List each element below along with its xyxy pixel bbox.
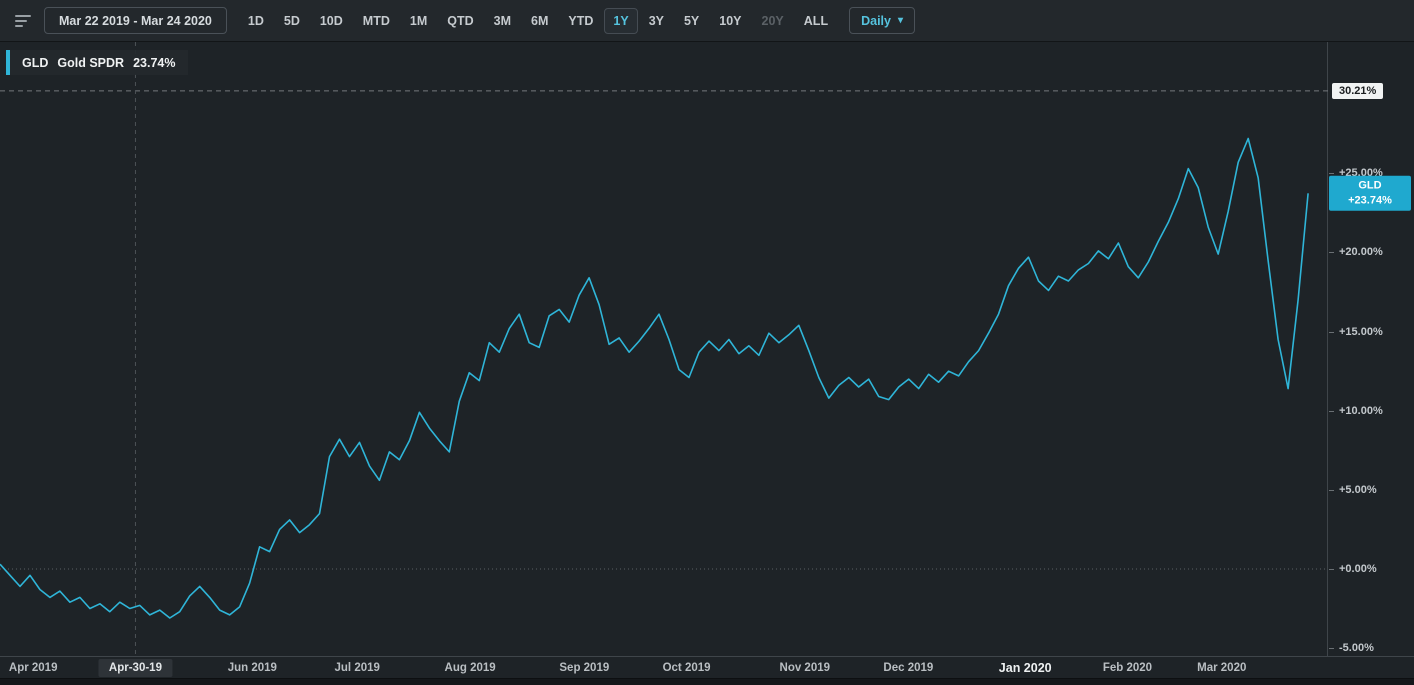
y-axis-label: +5.00% <box>1329 483 1377 496</box>
period-selector: 1D 5D 10D MTD 1M QTD 3M 6M YTD 1Y 3Y 5Y … <box>239 7 837 34</box>
last-price-tag: GLD +23.74% <box>1329 175 1411 211</box>
legend-symbol: GLD <box>22 55 49 70</box>
x-axis-label: Jul 2019 <box>334 661 380 674</box>
x-axis-label: Jan 2020 <box>998 660 1052 675</box>
chart-legend[interactable]: GLD Gold SPDR 23.74% <box>6 50 189 75</box>
frequency-label: Daily <box>861 13 891 28</box>
x-axis-label: Feb 2020 <box>1102 661 1153 674</box>
x-axis-label: Dec 2019 <box>883 661 934 674</box>
x-axis-label: Mar 2020 <box>1197 661 1247 674</box>
x-axis-label: Sep 2019 <box>559 661 610 674</box>
charting-app: Mar 22 2019 - Mar 24 2020 1D 5D 10D MTD … <box>0 0 1414 685</box>
period-button-1y[interactable]: 1Y <box>604 7 638 34</box>
period-button-3y[interactable]: 3Y <box>640 8 673 34</box>
price-chart-svg <box>0 42 1328 656</box>
period-button-mtd[interactable]: MTD <box>354 8 399 34</box>
x-axis[interactable]: Apr 2019 Apr-30-19 Jun 2019 Jul 2019 Aug 201… <box>0 656 1414 678</box>
frequency-dropdown[interactable]: Daily ▾ <box>849 7 916 34</box>
period-button-10y[interactable]: 10Y <box>710 8 750 34</box>
y-axis-label: +0.00% <box>1329 562 1377 575</box>
x-axis-label: Apr 2019 <box>8 661 58 674</box>
legend-change: 23.74% <box>133 55 176 70</box>
plot-area[interactable]: GLD Gold SPDR 23.74% <box>0 42 1328 656</box>
period-button-20y[interactable]: 20Y <box>753 8 793 34</box>
chart-region: GLD Gold SPDR 23.74% 30.21% +25.00% +20.00… <box>0 42 1414 656</box>
period-button-1m[interactable]: 1M <box>401 8 436 34</box>
list-lines-icon <box>15 14 31 27</box>
y-axis-label: +15.00% <box>1329 325 1383 338</box>
period-button-10d[interactable]: 10D <box>311 8 352 34</box>
period-button-all[interactable]: ALL <box>795 8 837 34</box>
period-button-ytd[interactable]: YTD <box>559 8 602 34</box>
bottom-scrollbar[interactable] <box>0 678 1414 685</box>
x-axis-label: Aug 2019 <box>444 661 496 674</box>
period-button-1d[interactable]: 1D <box>239 8 273 34</box>
y-axis[interactable]: 30.21% +25.00% +20.00% +15.00% +10.00% +5.00%… <box>1328 42 1413 656</box>
y-axis-label: +20.00% <box>1329 246 1383 259</box>
x-axis-label: Nov 2019 <box>779 661 831 674</box>
price-line <box>0 137 1309 619</box>
period-button-5y[interactable]: 5Y <box>675 8 708 34</box>
date-range-button[interactable]: Mar 22 2019 - Mar 24 2020 <box>44 7 227 34</box>
legend-name: Gold SPDR <box>57 55 125 70</box>
y-axis-high-label: 30.21% <box>1332 82 1384 99</box>
y-axis-label: -5.00% <box>1329 642 1374 655</box>
period-button-3m[interactable]: 3M <box>485 8 520 34</box>
y-axis-label: +10.00% <box>1329 404 1383 417</box>
chevron-down-icon: ▾ <box>897 15 904 26</box>
legend-color-bar <box>6 50 10 75</box>
toolbar: Mar 22 2019 - Mar 24 2020 1D 5D 10D MTD … <box>0 0 1414 42</box>
x-axis-crosshair-label: Apr-30-19 <box>98 658 172 677</box>
chart-list-icon[interactable] <box>10 8 36 34</box>
period-button-5d[interactable]: 5D <box>275 8 309 34</box>
period-button-6m[interactable]: 6M <box>522 8 557 34</box>
x-axis-label: Oct 2019 <box>662 661 711 674</box>
period-button-qtd[interactable]: QTD <box>438 8 482 34</box>
x-axis-label: Jun 2019 <box>227 661 277 674</box>
